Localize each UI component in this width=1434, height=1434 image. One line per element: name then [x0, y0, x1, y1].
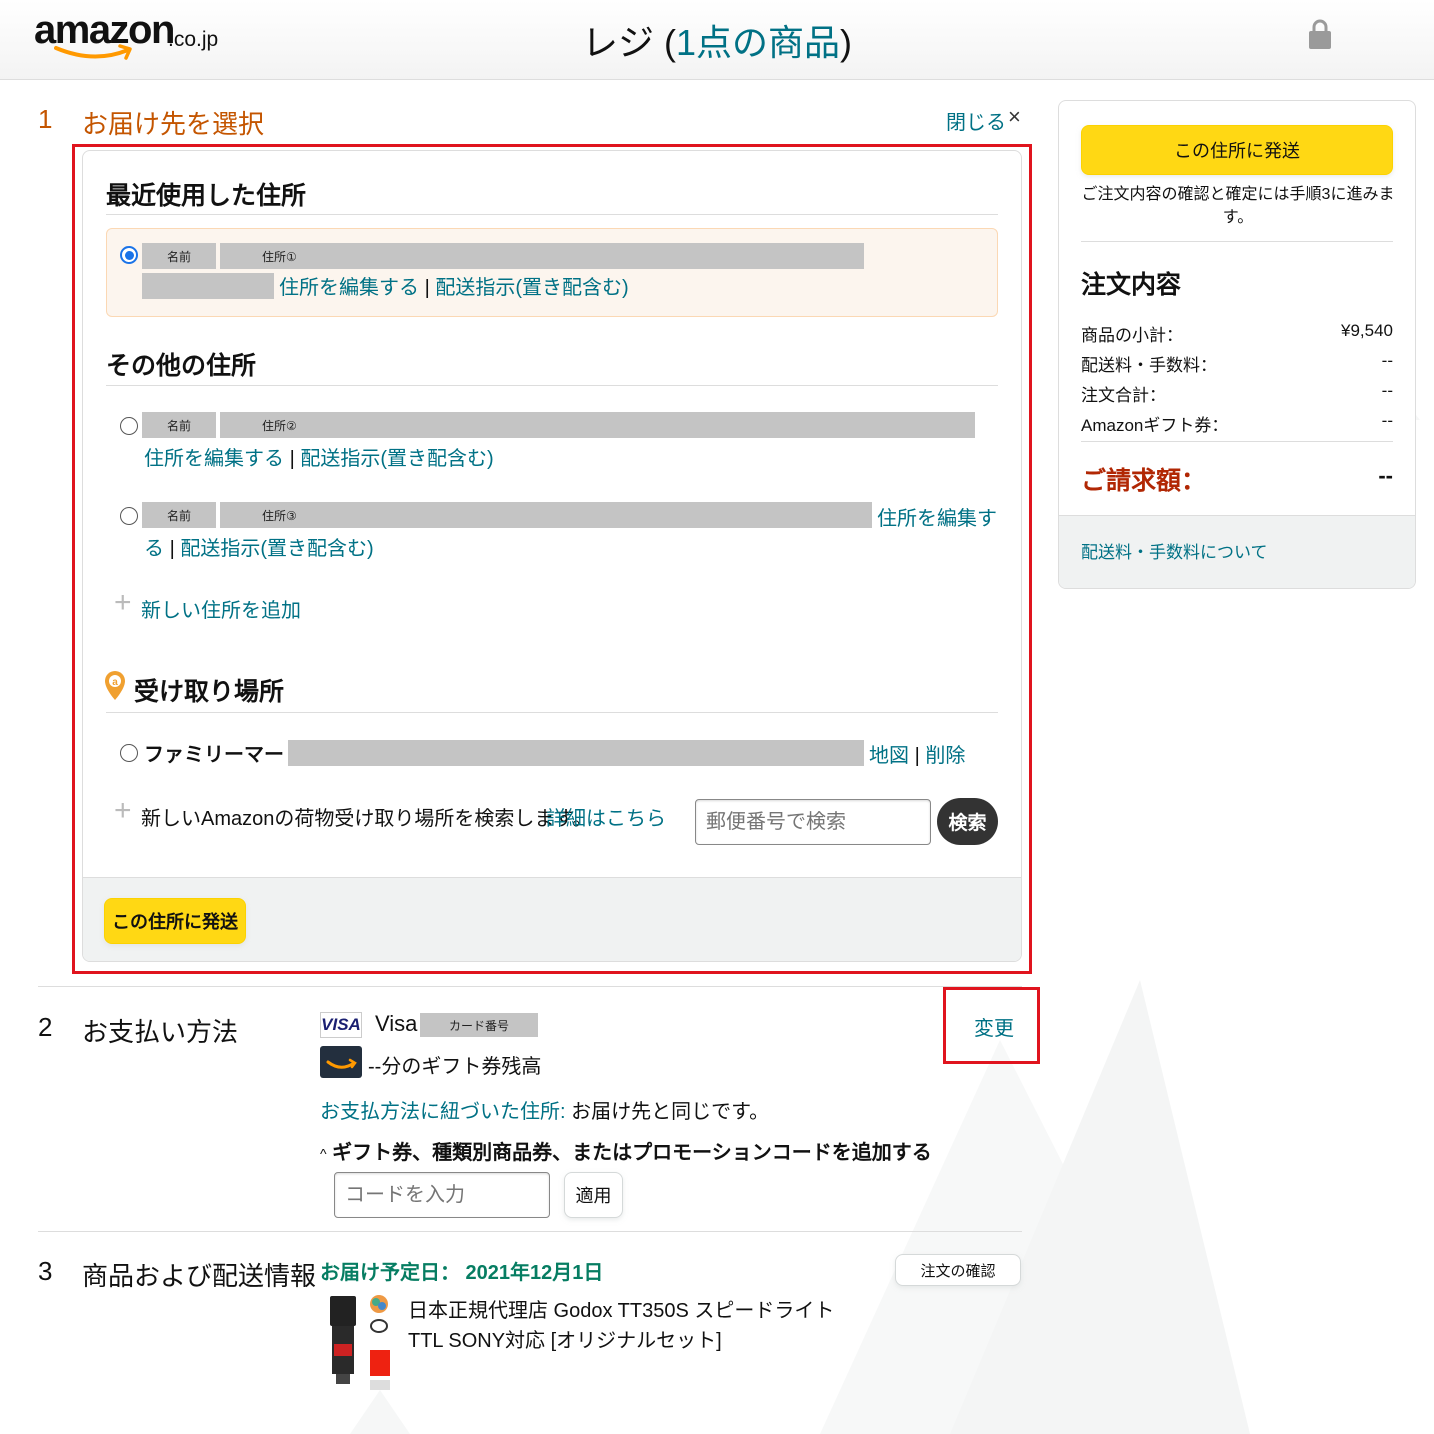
- step-2-title: お支払い方法: [82, 1017, 239, 1047]
- delivery-instructions-link-1[interactable]: 配送指示(置き配含む): [435, 277, 628, 299]
- sidebar-ship-button[interactable]: この住所に発送: [1081, 125, 1393, 175]
- title-suffix: ): [840, 22, 853, 63]
- promo-toggle[interactable]: ^ ギフト券、種類別商品券、またはプロモーションコードを追加する: [320, 1136, 932, 1165]
- address-radio-2[interactable]: [120, 417, 138, 435]
- edit-address-link-2[interactable]: 住所を編集する: [144, 448, 284, 470]
- address-radio-1[interactable]: [120, 246, 138, 264]
- review-order-button[interactable]: 注文の確認: [895, 1254, 1021, 1286]
- redacted-pickup-address: [288, 740, 864, 766]
- redacted-card-number: カード番号: [420, 1013, 538, 1037]
- pickup-pin-icon: a: [105, 671, 125, 700]
- billing-total-value: --: [1378, 463, 1393, 488]
- billing-total-label: ご請求額：: [1081, 467, 1207, 495]
- gift-card-label: Amazonギフト券：: [1081, 416, 1229, 435]
- divider: [106, 214, 998, 215]
- change-payment-link[interactable]: 変更: [974, 1012, 1014, 1041]
- gift-balance-text: --分のギフト券残高: [368, 1056, 542, 1078]
- address-3-links: る | 配送指示(置き配含む): [144, 532, 374, 561]
- order-total-value: --: [1381, 381, 1393, 400]
- billing-address-text: お届け先と同じです。: [565, 1101, 770, 1123]
- delivery-instructions-link-2[interactable]: 配送指示(置き配含む): [300, 448, 493, 470]
- step-1-number: 1: [38, 104, 53, 134]
- search-button[interactable]: 検索: [937, 798, 998, 845]
- sidebar-footer: 配送料・手数料について: [1059, 515, 1415, 588]
- divider: [38, 1231, 1022, 1232]
- divider: [106, 385, 998, 386]
- redacted-address-1: 住所①: [220, 243, 864, 269]
- divider: [106, 712, 998, 713]
- delete-link[interactable]: 削除: [925, 745, 965, 767]
- address-2-links: 住所を編集する | 配送指示(置き配含む): [144, 442, 494, 471]
- redacted-address-2: 住所②: [220, 412, 975, 438]
- pickup-radio[interactable]: [120, 744, 138, 762]
- order-total-label: 注文合計：: [1081, 386, 1166, 405]
- close-link[interactable]: 閉じる: [946, 106, 1006, 135]
- pickup-details-link[interactable]: 詳細はこちら: [546, 802, 666, 831]
- amazon-gift-card-icon: [320, 1046, 362, 1078]
- link-separator: |: [424, 277, 430, 299]
- pickup-heading: 受け取り場所: [134, 678, 285, 706]
- card-brand: Visa: [375, 1011, 418, 1036]
- edit-address-link-3[interactable]: 住所を編集す: [877, 502, 997, 531]
- sidebar-note: ご注文内容の確認と確定には手順3に進みます。: [1081, 186, 1395, 226]
- step-2-number: 2: [38, 1012, 53, 1042]
- apply-code-button[interactable]: 適用: [564, 1172, 623, 1218]
- close-icon[interactable]: ×: [1008, 104, 1021, 130]
- visa-logo-icon: VISA: [320, 1012, 362, 1038]
- title-prefix: レジ (: [581, 22, 676, 63]
- postal-code-input[interactable]: [695, 799, 931, 845]
- page-title: レジ (1点の商品): [0, 14, 1434, 66]
- subtotal-value: ¥9,540: [1341, 321, 1393, 340]
- recent-address-heading: 最近使用した住所: [106, 182, 307, 210]
- shipping-value: --: [1381, 351, 1393, 370]
- billing-address-line: お支払方法に紐づいた住所: お届け先と同じです。: [320, 1095, 769, 1124]
- step-3-title: 商品および配送情報: [82, 1261, 317, 1291]
- pickup-location-name: ファミリーマート: [144, 744, 304, 766]
- redacted-name-1: 名前: [142, 243, 216, 269]
- step-1-title: お届け先を選択: [82, 109, 265, 139]
- divider: [1081, 241, 1393, 242]
- billing-address-link[interactable]: お支払方法に紐づいた住所:: [320, 1101, 566, 1123]
- checkout-header: amazon .co.jp レジ (1点の商品): [0, 0, 1434, 80]
- edit-address-link-3-cont[interactable]: る: [144, 538, 164, 560]
- product-name[interactable]: 日本正規代理店 Godox TT350S スピードライト TTL SONY対応 …: [408, 1296, 868, 1356]
- address-radio-3[interactable]: [120, 507, 138, 525]
- divider: [38, 986, 1022, 987]
- product-image[interactable]: [324, 1294, 396, 1394]
- redacted-name-3: 名前: [142, 502, 216, 528]
- promo-toggle-label: ギフト券、種類別商品券、またはプロモーションコードを追加する: [332, 1142, 932, 1164]
- delivery-date: お届け予定日： 2021年12月1日: [320, 1262, 604, 1284]
- promo-code-input[interactable]: [334, 1172, 550, 1218]
- plus-icon: +: [114, 586, 132, 619]
- chevron-up-icon: ^: [320, 1145, 327, 1162]
- redacted-address-1-line2: [142, 273, 274, 299]
- redacted-address-3: 住所③: [220, 502, 872, 528]
- pickup-search-text: 新しいAmazonの荷物受け取り場所を検索します。: [141, 808, 593, 830]
- lock-icon: [1309, 19, 1331, 49]
- link-separator: |: [169, 538, 175, 560]
- order-summary-sidebar: この住所に発送 ご注文内容の確認と確定には手順3に進みます。 注文内容 商品の小…: [1058, 100, 1416, 589]
- plus-icon: +: [114, 794, 132, 827]
- address-1-links: 住所を編集する | 配送指示(置き配含む): [279, 271, 629, 300]
- shipping-label: 配送料・手数料：: [1081, 356, 1217, 375]
- redacted-name-2: 名前: [142, 412, 216, 438]
- link-separator: |: [289, 448, 295, 470]
- pickup-links: 地図 | 削除: [869, 739, 965, 768]
- gift-smile-icon: [326, 1058, 357, 1069]
- item-count-link[interactable]: 1点の商品: [676, 22, 840, 63]
- delivery-instructions-link-3[interactable]: 配送指示(置き配含む): [180, 538, 373, 560]
- other-address-heading: その他の住所: [106, 352, 257, 380]
- order-summary-title: 注文内容: [1081, 271, 1182, 299]
- gift-card-value: --: [1381, 411, 1393, 430]
- add-address-link[interactable]: 新しい住所を追加: [141, 594, 301, 623]
- divider: [1081, 441, 1393, 442]
- ship-to-address-button[interactable]: この住所に発送: [104, 898, 246, 944]
- subtotal-label: 商品の小計：: [1081, 326, 1183, 345]
- link-separator: |: [914, 745, 920, 767]
- edit-address-link-1[interactable]: 住所を編集する: [279, 277, 419, 299]
- svg-text:a: a: [112, 677, 118, 688]
- step-3-number: 3: [38, 1256, 53, 1286]
- map-link[interactable]: 地図: [869, 745, 909, 767]
- shipping-fee-info-link[interactable]: 配送料・手数料について: [1081, 538, 1268, 563]
